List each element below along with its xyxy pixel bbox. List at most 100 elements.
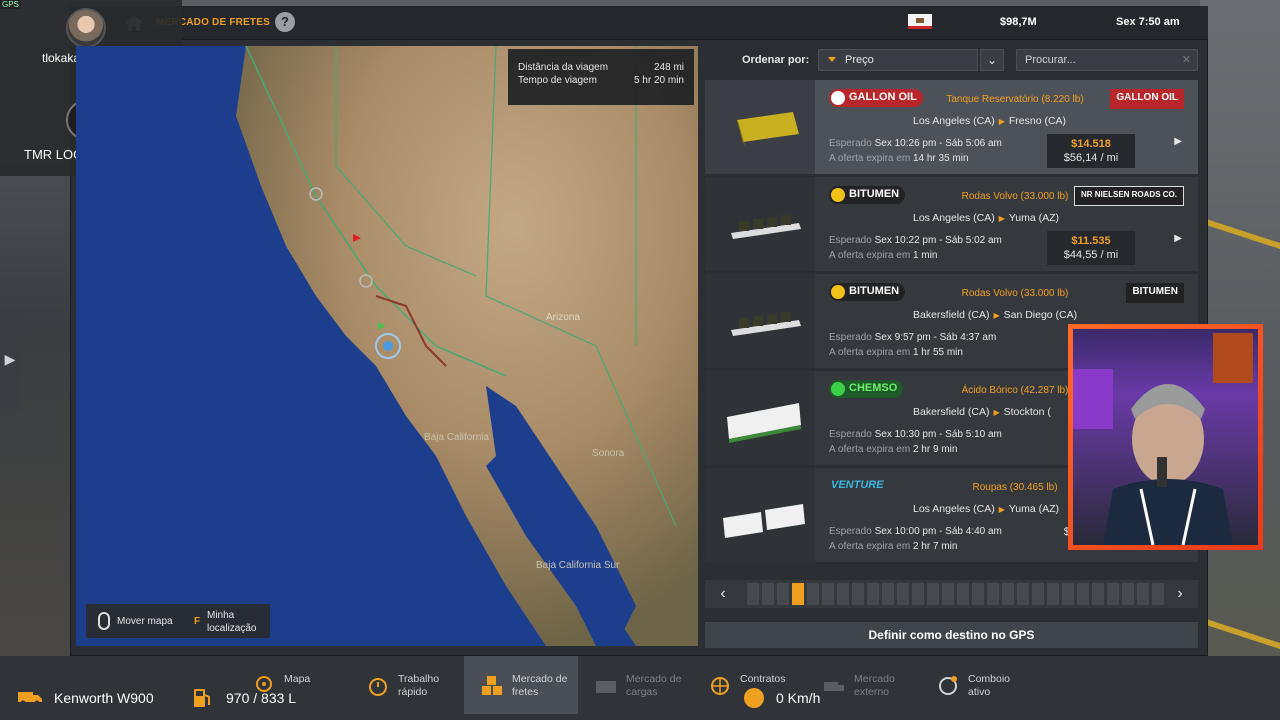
origin-city: Los Angeles (CA) — [913, 115, 995, 127]
expiry-value: 2 hr 9 min — [912, 444, 958, 455]
sender-logo: BITUMEN — [829, 283, 906, 301]
route-arrow-icon: ▶ — [993, 311, 1000, 320]
receiver-logo: BITUMEN — [1126, 283, 1184, 303]
eta: Esperado Sex 10:00 pm - Sáb 4:40 am — [829, 526, 1002, 537]
sender-logo: GALLON OIL — [829, 89, 923, 107]
receiver-logo: NR NIELSEN ROADS CO. — [1073, 186, 1184, 206]
route-arrow-icon: ▶ — [998, 505, 1005, 514]
destination-city: Yuma (AZ) — [1008, 212, 1060, 224]
page-indicator[interactable] — [987, 583, 999, 605]
page-indicator[interactable] — [792, 583, 804, 605]
page-indicator[interactable] — [1092, 583, 1104, 605]
sender-logo-icon — [831, 91, 845, 105]
page-indicator[interactable] — [777, 583, 789, 605]
destination-city: Stockton ( — [1003, 406, 1051, 418]
expiry-value: 1 hr 55 min — [912, 347, 963, 358]
sort-dropdown[interactable]: Preço — [818, 49, 978, 71]
origin-city: Los Angeles (CA) — [913, 503, 995, 515]
chevron-down-icon: ⌄ — [986, 53, 998, 67]
page-indicator[interactable] — [822, 583, 834, 605]
pay-total: $14.518 — [1071, 138, 1111, 150]
cargo-thumbnail — [705, 177, 815, 271]
page-indicator[interactable] — [1047, 583, 1059, 605]
destination-city: Fresno (CA) — [1008, 115, 1067, 127]
page-indicator[interactable] — [942, 583, 954, 605]
route: Los Angeles (CA) ▶ Yuma (AZ) — [913, 212, 1059, 224]
cargo-name: Ácido Bórico (42.287 lb) — [961, 385, 1069, 396]
page-indicator[interactable] — [867, 583, 879, 605]
page-indicator[interactable] — [747, 583, 759, 605]
page-indicator[interactable] — [927, 583, 939, 605]
cargo-name: Tanque Reservatório (8.220 lb) — [946, 94, 1084, 105]
avatar[interactable] — [66, 8, 106, 48]
page-indicator[interactable] — [762, 583, 774, 605]
map-controls-hint: Mover mapa F Minha localização — [86, 604, 270, 638]
sender-name: GALLON OIL — [849, 91, 917, 103]
sender-name: BITUMEN — [849, 285, 900, 297]
top-bar: MERCADO DE FRETES ? $98,7M Sex 7:50 am — [70, 6, 1208, 40]
flatbed-trailer-icon — [731, 215, 801, 239]
route: Los Angeles (CA) ▶ Fresno (CA) — [913, 115, 1066, 127]
distance-label: Distância da viagem — [518, 62, 609, 73]
offer-expiry: A oferta expira em 1 min — [829, 250, 937, 261]
help-icon[interactable]: ? — [275, 12, 295, 32]
page-indicator[interactable] — [1107, 583, 1119, 605]
page-indicator[interactable] — [912, 583, 924, 605]
offer-expiry: A oferta expira em 2 hr 9 min — [829, 444, 957, 455]
place-label-baja-california: Baja California — [424, 432, 489, 443]
expiry-label: A oferta expira em — [829, 541, 911, 552]
eta-value: Sex 9:57 pm - Sáb 4:37 am — [874, 332, 997, 343]
expiry-label: A oferta expira em — [829, 444, 911, 455]
cargo-name: Rodas Volvo (33.000 lb) — [961, 288, 1069, 299]
page-indicator[interactable] — [897, 583, 909, 605]
play-arrow-icon[interactable]: ▶ — [1174, 136, 1182, 147]
double-trailer-icon — [723, 504, 805, 538]
job-row[interactable]: GALLON OIL Tanque Reservatório (8.220 lb… — [705, 80, 1198, 174]
page-indicator[interactable] — [1032, 583, 1044, 605]
expiry-label: A oferta expira em — [829, 153, 911, 164]
page-indicator[interactable] — [1062, 583, 1074, 605]
webcam-feed — [1073, 329, 1258, 545]
streamer-image — [1073, 333, 1253, 545]
page-indicator[interactable] — [1122, 583, 1134, 605]
page-indicator[interactable] — [1077, 583, 1089, 605]
page-indicator[interactable] — [957, 583, 969, 605]
sender-name: CHEMSO — [849, 382, 898, 394]
page-indicator[interactable] — [807, 583, 819, 605]
clear-icon[interactable]: ✕ — [1182, 53, 1191, 66]
cargo-thumbnail — [705, 274, 815, 368]
sort-toggle-button[interactable]: ⌄ — [980, 49, 1004, 71]
game-clock: Sex 7:50 am — [1116, 16, 1180, 28]
my-location-label[interactable]: Minha localização — [207, 609, 267, 635]
eta-label: Esperado — [829, 526, 872, 537]
search-input[interactable]: Procurar... ✕ — [1016, 49, 1198, 71]
page-indicator[interactable] — [1002, 583, 1014, 605]
cargo-thumbnail — [705, 80, 815, 174]
sender-logo: VENTURE — [831, 479, 884, 491]
money-balance: $98,7M — [1000, 16, 1037, 28]
page-indicator[interactable] — [837, 583, 849, 605]
destination-city: Yuma (AZ) — [1008, 503, 1060, 515]
page-indicator[interactable] — [1137, 583, 1149, 605]
chevron-left-icon[interactable]: ‹ — [705, 580, 741, 608]
page-indicator[interactable] — [972, 583, 984, 605]
page-indicator[interactable] — [1017, 583, 1029, 605]
sender-logo-icon — [831, 382, 845, 396]
offer-expiry: A oferta expira em 14 hr 35 min — [829, 153, 969, 164]
page-indicator[interactable] — [852, 583, 864, 605]
play-arrow-icon[interactable]: ▶ — [1174, 233, 1182, 244]
truck-icon — [18, 692, 42, 706]
page-indicator[interactable] — [882, 583, 894, 605]
eta-value: Sex 10:26 pm - Sáb 5:06 am — [874, 138, 1002, 149]
job-row[interactable]: BITUMEN Rodas Volvo (33.000 lb) NR NIELS… — [705, 177, 1198, 271]
time-value: 5 hr 20 min — [633, 75, 684, 86]
expand-sidebar-arrow[interactable]: ▶ — [0, 308, 20, 410]
set-gps-destination-button[interactable]: Definir como destino no GPS — [705, 622, 1198, 648]
offer-expiry: A oferta expira em 2 hr 7 min — [829, 541, 957, 552]
pay-box: $14.518 $56,14 / mi — [1047, 134, 1135, 168]
cargo-name: Roupas (30.465 lb) — [972, 482, 1058, 493]
sender-logo: BITUMEN — [829, 186, 906, 204]
chevron-right-icon[interactable]: › — [1162, 580, 1198, 608]
map-view[interactable]: Arizona Baja California Sonora Baja Cali… — [76, 46, 698, 646]
sender-logo-icon — [831, 285, 845, 299]
